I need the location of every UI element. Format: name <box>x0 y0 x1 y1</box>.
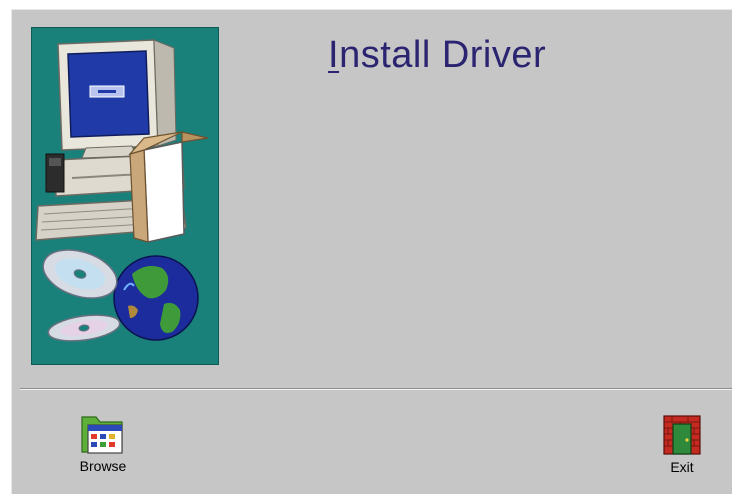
installer-illustration <box>31 27 219 365</box>
page-title: Install Driver <box>328 34 546 77</box>
divider <box>20 388 732 390</box>
title-mnemonic: I <box>328 34 340 76</box>
browse-button[interactable]: Browse <box>68 411 138 474</box>
folder-calendar-icon <box>81 416 123 454</box>
install-driver-window: Install Driver Browse Exit <box>11 9 732 494</box>
exit-button[interactable]: Exit <box>652 412 712 475</box>
browse-label: Browse <box>79 458 127 474</box>
computer-globe-illustration <box>35 39 209 342</box>
title-text: nstall Driver <box>339 34 547 76</box>
exit-label: Exit <box>670 459 694 475</box>
brick-door-exit-icon <box>663 415 701 455</box>
